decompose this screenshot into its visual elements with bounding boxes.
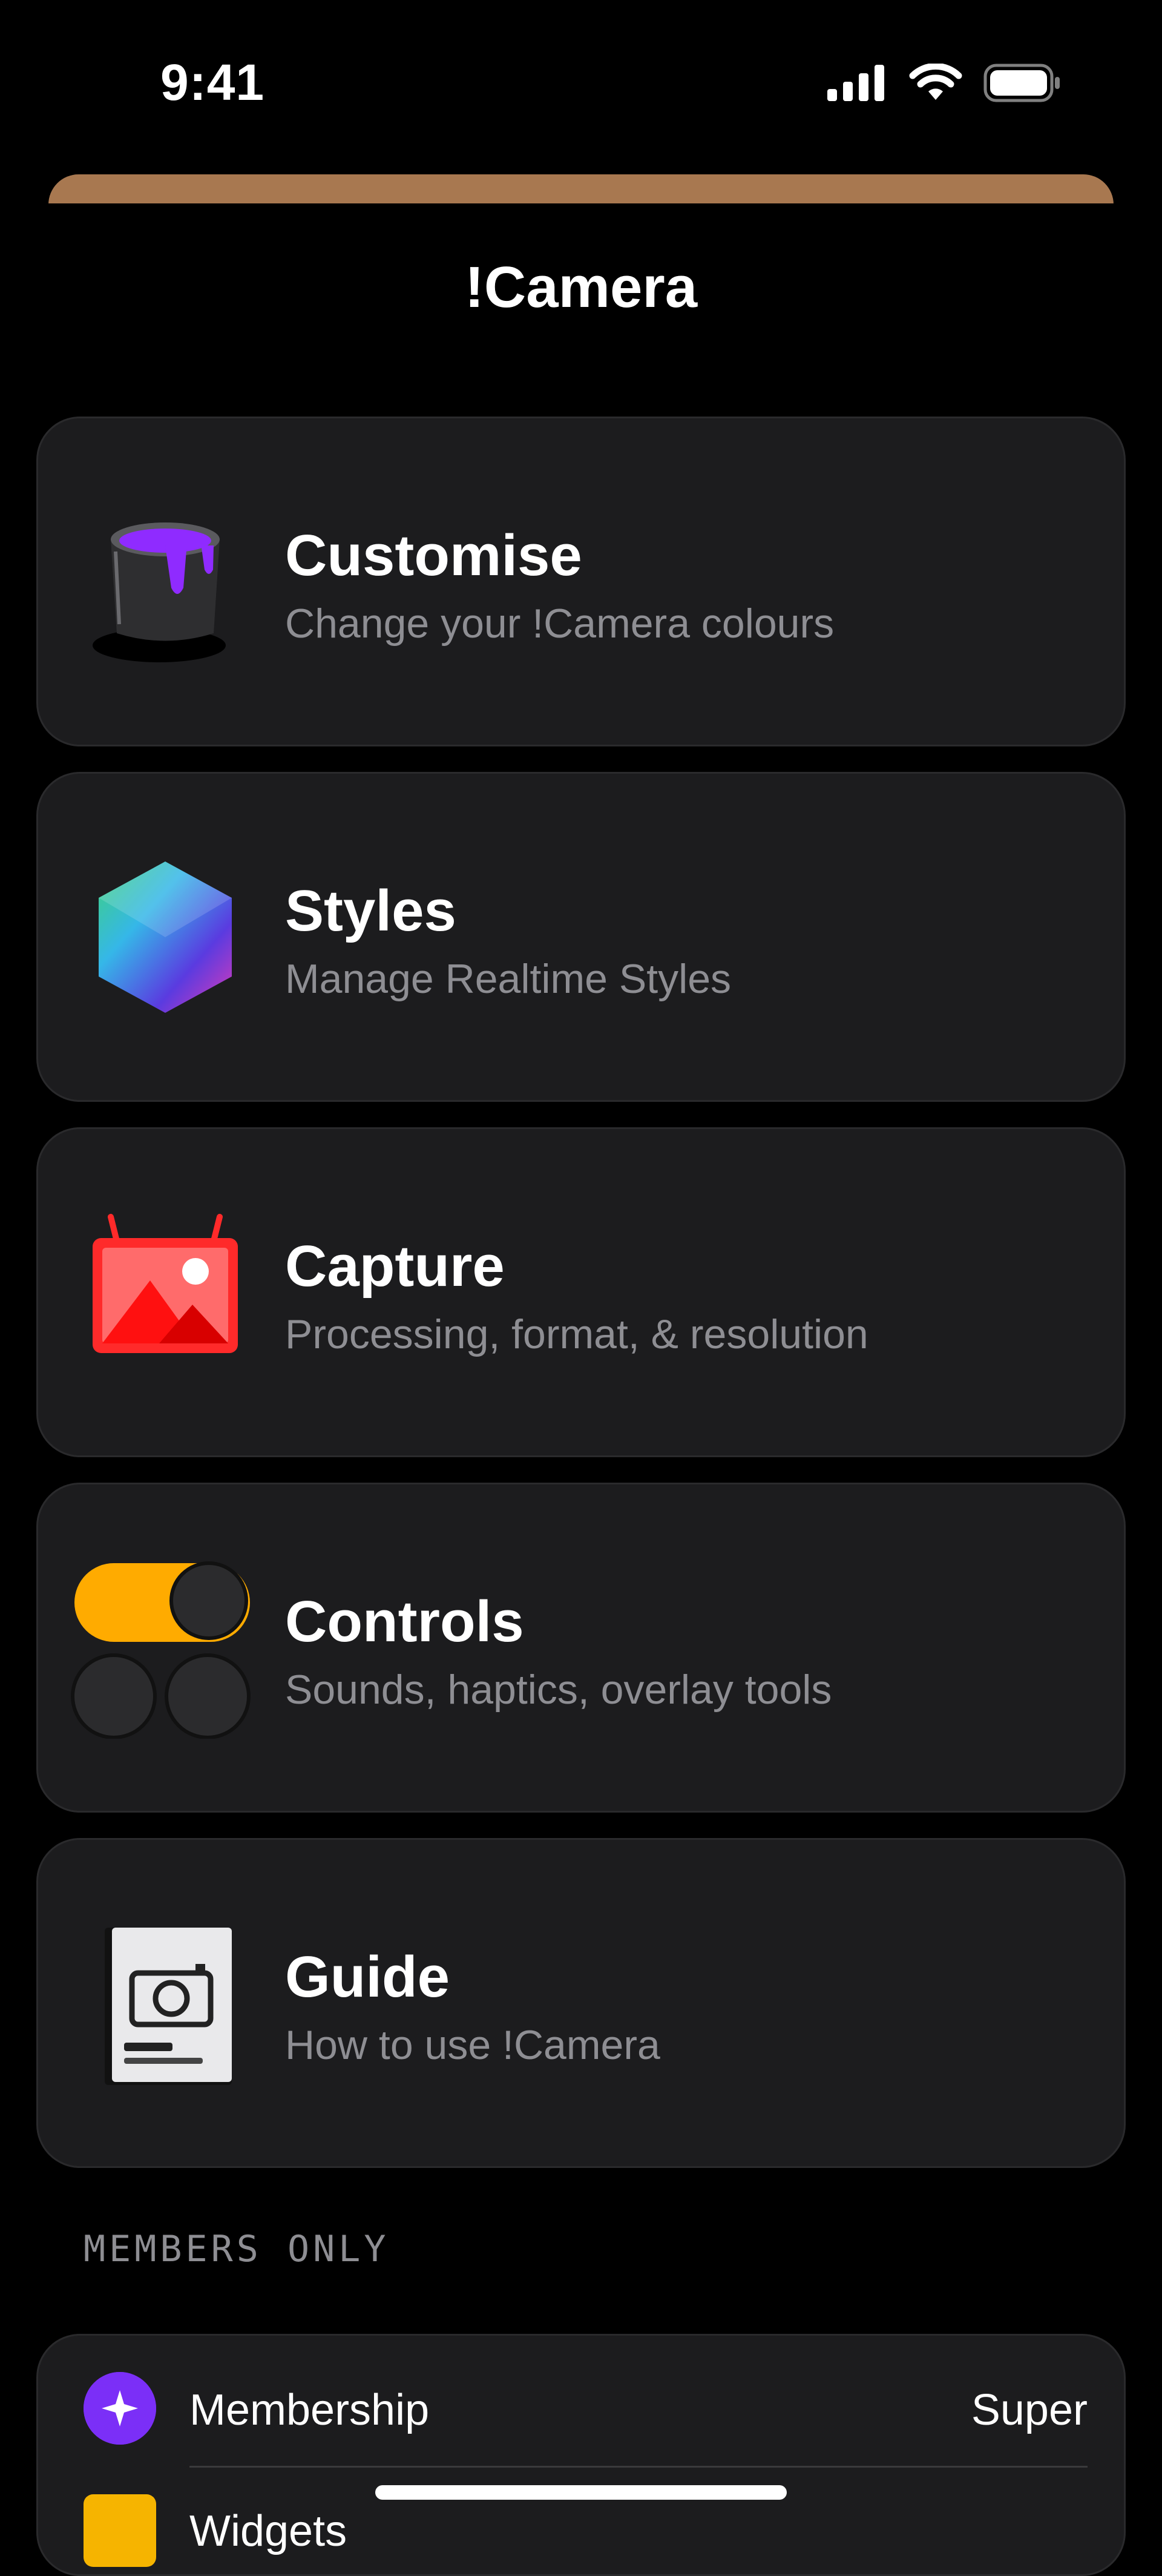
row-divider bbox=[189, 2466, 1088, 2468]
customise-title: Customise bbox=[285, 523, 582, 588]
battery-icon bbox=[983, 64, 1060, 102]
capture-subtitle: Processing, format, & resolution bbox=[285, 1311, 868, 1357]
styles-subtitle: Manage Realtime Styles bbox=[285, 956, 732, 1002]
sparkle-icon bbox=[84, 2372, 156, 2445]
membership-value: Super bbox=[971, 2386, 1088, 2434]
styles-title: Styles bbox=[285, 878, 456, 943]
cellular-icon bbox=[827, 65, 884, 101]
widget-icon bbox=[84, 2494, 156, 2567]
widgets-label[interactable]: Widgets bbox=[189, 2506, 347, 2556]
wifi-icon bbox=[909, 64, 962, 100]
home-indicator[interactable] bbox=[375, 2485, 787, 2500]
membership-label[interactable]: Membership bbox=[189, 2385, 429, 2435]
capture-card[interactable]: Capture Processing, format, & resolution bbox=[36, 1127, 1126, 1457]
customise-subtitle: Change your !Camera colours bbox=[285, 601, 835, 647]
status-bar: 9:41 bbox=[0, 0, 1162, 170]
status-icons bbox=[827, 64, 1062, 102]
controls-title: Controls bbox=[285, 1589, 524, 1654]
status-time: 9:41 bbox=[160, 54, 265, 111]
paint-bucket-icon bbox=[80, 497, 250, 667]
photo-frame-icon bbox=[80, 1208, 250, 1377]
guide-subtitle: How to use !Camera bbox=[285, 2022, 660, 2068]
members-card: Membership Super Widgets bbox=[36, 2334, 1126, 2576]
capture-title: Capture bbox=[285, 1234, 505, 1299]
guide-card[interactable]: Guide How to use !Camera bbox=[36, 1838, 1126, 2168]
controls-subtitle: Sounds, haptics, overlay tools bbox=[285, 1667, 832, 1713]
styles-card[interactable]: Styles Manage Realtime Styles bbox=[36, 772, 1126, 1102]
customise-card[interactable]: Customise Change your !Camera colours bbox=[36, 417, 1126, 746]
hexagon-gradient-icon bbox=[80, 852, 250, 1022]
controls-card[interactable]: Controls Sounds, haptics, overlay tools bbox=[36, 1483, 1126, 1813]
members-section-header: MEMBERS ONLY bbox=[84, 2228, 390, 2270]
guide-title: Guide bbox=[285, 1945, 450, 2009]
page-title: !Camera bbox=[464, 255, 698, 320]
camera-guide-book-icon bbox=[80, 1919, 250, 2088]
toggles-icon bbox=[68, 1551, 256, 1739]
